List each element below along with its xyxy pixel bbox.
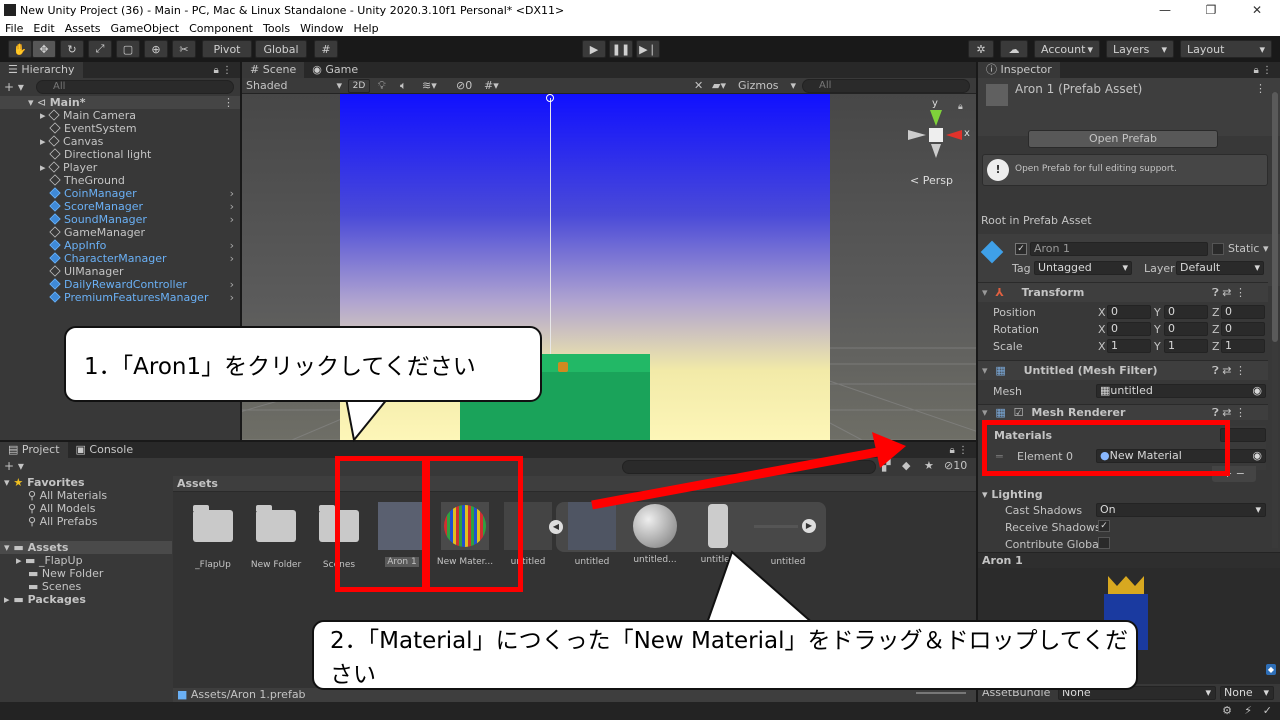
callout1-tail — [344, 397, 391, 443]
drag-arrow-head — [872, 432, 906, 468]
step2-text: 2．「Material」につくった「New Material」をドラッグ＆ドロッ… — [330, 628, 1129, 688]
step1-text: 1．「Aron1」をクリックしてください — [84, 354, 476, 380]
callout2-tail — [704, 550, 819, 627]
drag-arrow-shaft — [591, 447, 879, 510]
callout-step1: 1．「Aron1」をクリックしてください — [64, 326, 542, 402]
callout-step2: 2．「Material」につくった「New Material」をドラッグ＆ドロッ… — [312, 620, 1138, 690]
